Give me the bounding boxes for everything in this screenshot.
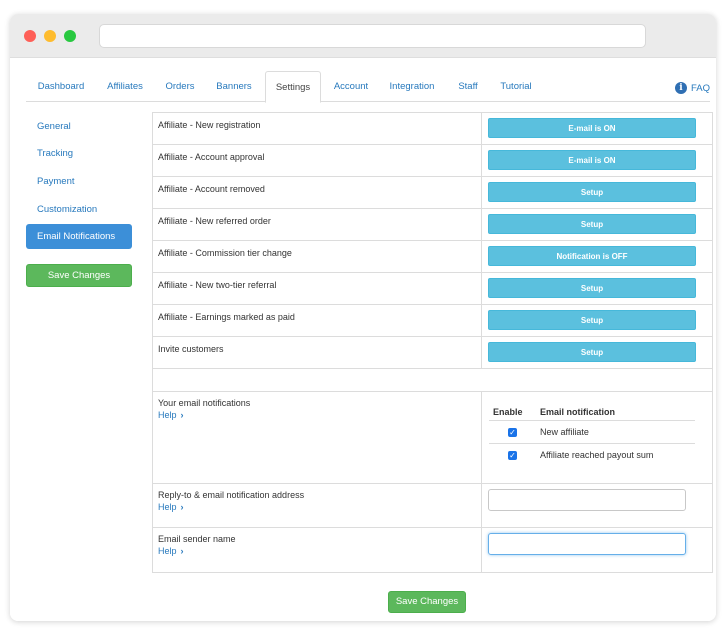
email-toggle-button[interactable]: E-mail is ON xyxy=(488,118,696,138)
reply-to-row: Reply-to & email notification address He… xyxy=(153,484,712,528)
reply-to-email-input[interactable] xyxy=(488,489,686,511)
notification-label: Affiliate - Account removed xyxy=(158,184,265,194)
notifications-table: Affiliate - New registration E-mail is O… xyxy=(152,112,713,573)
sidebar-item-payment[interactable]: Payment xyxy=(26,170,132,194)
chevron-right-icon: › xyxy=(180,546,184,556)
address-bar[interactable] xyxy=(99,24,646,48)
setup-button[interactable]: Setup xyxy=(488,278,696,298)
setup-button[interactable]: Setup xyxy=(488,182,696,202)
sidebar-save-button[interactable]: Save Changes xyxy=(26,264,132,287)
tab-integration[interactable]: Integration xyxy=(382,71,442,102)
page-content: Dashboard Affiliates Orders Banners Sett… xyxy=(10,59,716,621)
table-row: Affiliate - Commission tier change Notif… xyxy=(153,241,712,273)
new-affiliate-checkbox[interactable]: ✓ xyxy=(508,428,517,437)
tab-orders[interactable]: Orders xyxy=(160,71,200,102)
sender-name-input[interactable] xyxy=(488,533,686,555)
table-row: Affiliate - New referred order Setup xyxy=(153,209,712,241)
sidebar-item-general[interactable]: General xyxy=(26,115,132,139)
chevron-right-icon: › xyxy=(180,410,184,420)
main-tabs: Dashboard Affiliates Orders Banners Sett… xyxy=(26,71,710,103)
table-row: Invite customers Setup xyxy=(153,337,712,369)
notification-label: Affiliate - Earnings marked as paid xyxy=(158,312,295,322)
notification-label: Affiliate - New registration xyxy=(158,120,261,130)
browser-window: Dashboard Affiliates Orders Banners Sett… xyxy=(10,14,716,621)
setup-button[interactable]: Setup xyxy=(488,342,696,362)
title-bar xyxy=(10,14,716,58)
payout-sum-checkbox[interactable]: ✓ xyxy=(508,451,517,460)
email-toggle-button[interactable]: E-mail is ON xyxy=(488,150,696,170)
enable-column-header: Enable xyxy=(493,407,523,417)
tab-tutorial[interactable]: Tutorial xyxy=(494,71,538,102)
close-window-button[interactable] xyxy=(24,30,36,42)
table-row: Affiliate - Account removed Setup xyxy=(153,177,712,209)
tab-settings[interactable]: Settings xyxy=(265,71,321,103)
checkbox-label: New affiliate xyxy=(540,427,589,437)
maximize-window-button[interactable] xyxy=(64,30,76,42)
tab-banners[interactable]: Banners xyxy=(210,71,258,102)
spacer-row xyxy=(153,369,712,392)
tab-affiliates[interactable]: Affiliates xyxy=(100,71,150,102)
notification-label: Invite customers xyxy=(158,344,224,354)
tab-staff[interactable]: Staff xyxy=(450,71,486,102)
checkbox-label: Affiliate reached payout sum xyxy=(540,450,654,460)
notification-label: Affiliate - New referred order xyxy=(158,216,271,226)
notification-label: Affiliate - Commission tier change xyxy=(158,248,292,258)
sender-name-row: Email sender name Help › xyxy=(153,528,712,572)
table-row: Affiliate - Earnings marked as paid Setu… xyxy=(153,305,712,337)
sender-name-label: Email sender name xyxy=(158,534,236,544)
your-notifications-label: Your email notifications xyxy=(158,398,251,408)
chevron-right-icon: › xyxy=(180,502,184,512)
sidebar-item-email-notifications[interactable]: Email Notifications xyxy=(26,224,132,249)
sidebar-item-customization[interactable]: Customization xyxy=(26,198,132,222)
notification-label: Affiliate - New two-tier referral xyxy=(158,280,277,290)
help-link[interactable]: Help › xyxy=(158,502,184,512)
faq-link[interactable]: i FAQ xyxy=(675,81,710,95)
setup-button[interactable]: Setup xyxy=(488,214,696,234)
save-changes-button[interactable]: Save Changes xyxy=(388,591,466,613)
faq-label: FAQ xyxy=(691,82,711,94)
setup-button[interactable]: Setup xyxy=(488,310,696,330)
notification-toggle-button[interactable]: Notification is OFF xyxy=(488,246,696,266)
notification-column-header: Email notification xyxy=(540,407,616,417)
minimize-window-button[interactable] xyxy=(44,30,56,42)
sidebar-item-tracking[interactable]: Tracking xyxy=(26,142,132,166)
info-icon: i xyxy=(675,82,687,94)
table-row: Affiliate - Account approval E-mail is O… xyxy=(153,145,712,177)
table-row: Affiliate - New two-tier referral Setup xyxy=(153,273,712,305)
reply-to-label: Reply-to & email notification address xyxy=(158,490,305,500)
notification-label: Affiliate - Account approval xyxy=(158,152,265,162)
your-notifications-row: Your email notifications Help › Enable Em… xyxy=(153,392,712,484)
tab-dashboard[interactable]: Dashboard xyxy=(26,71,96,102)
table-row: Affiliate - New registration E-mail is O… xyxy=(153,113,712,145)
tab-account[interactable]: Account xyxy=(330,71,372,102)
help-link[interactable]: Help › xyxy=(158,546,184,556)
help-link[interactable]: Help › xyxy=(158,410,184,420)
